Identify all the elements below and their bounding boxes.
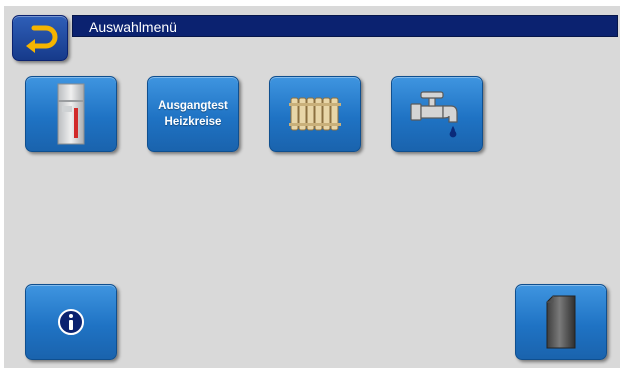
boiler-icon (57, 83, 85, 145)
hot-water-button[interactable] (391, 76, 483, 152)
info-icon (58, 309, 84, 335)
output-test-label: Ausgangtest Heizkreise (158, 100, 228, 128)
storage-tank-button[interactable] (515, 284, 607, 360)
storage-tank-icon (546, 295, 576, 349)
page-title: Auswahlmenü (72, 15, 618, 37)
back-button[interactable] (12, 15, 68, 61)
boiler-button[interactable] (25, 76, 117, 152)
water-tap-icon (410, 91, 458, 138)
output-test-heating-circuits-button[interactable]: Ausgangtest Heizkreise (147, 76, 239, 152)
info-button[interactable] (25, 284, 117, 360)
heating-circuit-button[interactable] (269, 76, 361, 152)
radiator-icon (289, 97, 341, 131)
back-arrow-icon (26, 25, 58, 53)
